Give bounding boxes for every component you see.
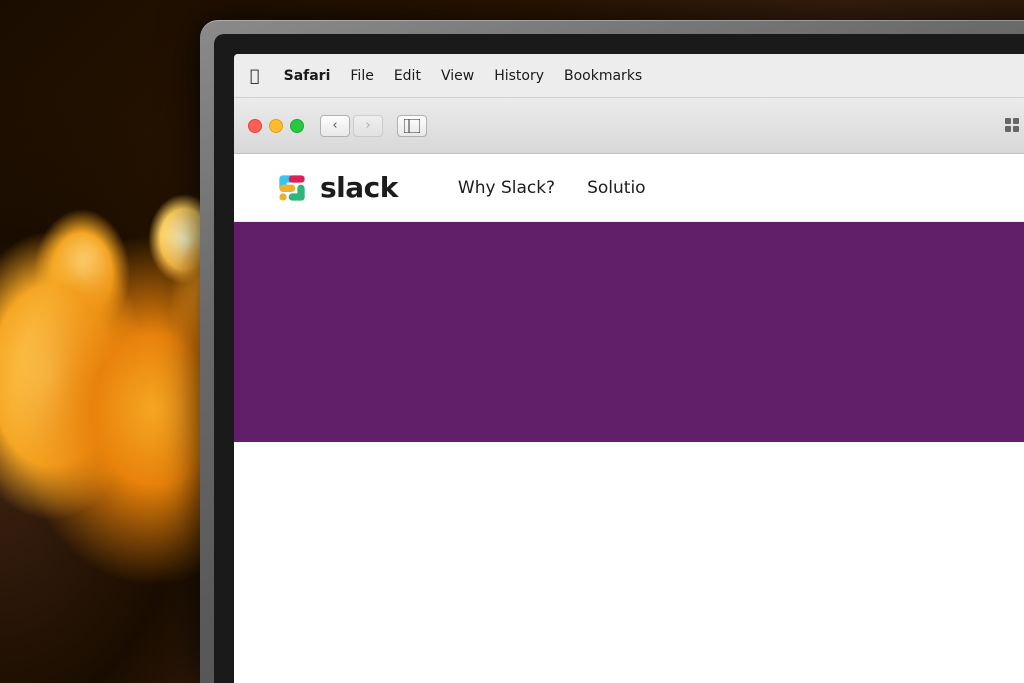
tabs-button[interactable] [1000,115,1024,137]
screen-bezel:  Safari File Edit View History Bookmark… [214,34,1024,683]
grid-icon [1005,118,1021,134]
slack-logo-icon [274,170,310,206]
forward-button[interactable]: › [353,115,383,137]
back-button[interactable]: ‹ [320,115,350,137]
sidebar-toggle-button[interactable] [397,115,427,137]
browser-content: slack Why Slack? Solutio [234,154,1024,683]
slack-hero-section [234,222,1024,442]
menubar-edit[interactable]: Edit [394,68,421,84]
slack-nav-solutions[interactable]: Solutio [587,178,645,198]
slack-logo[interactable]: slack [274,170,398,206]
menubar-bookmarks[interactable]: Bookmarks [564,68,642,84]
scene:  Safari File Edit View History Bookmark… [0,0,1024,683]
close-button[interactable] [248,119,262,133]
sidebar-icon [404,119,420,133]
navigation-buttons: ‹ › [320,115,383,137]
menubar-history[interactable]: History [494,68,544,84]
minimize-button[interactable] [269,119,283,133]
browser-toolbar: ‹ › [234,98,1024,154]
slack-nav-items: Why Slack? Solutio [458,178,646,198]
screen:  Safari File Edit View History Bookmark… [234,54,1024,683]
fullscreen-button[interactable] [290,119,304,133]
macos-menubar:  Safari File Edit View History Bookmark… [234,54,1024,98]
laptop-body:  Safari File Edit View History Bookmark… [200,20,1024,683]
menubar-safari[interactable]: Safari [284,68,331,84]
window-controls [248,119,304,133]
slack-nav-why-slack[interactable]: Why Slack? [458,178,555,198]
menubar-view[interactable]: View [441,68,474,84]
menubar-file[interactable]: File [350,68,373,84]
slack-wordmark: slack [320,171,398,204]
apple-menu-icon[interactable]:  [250,66,260,85]
slack-navbar: slack Why Slack? Solutio [234,154,1024,222]
